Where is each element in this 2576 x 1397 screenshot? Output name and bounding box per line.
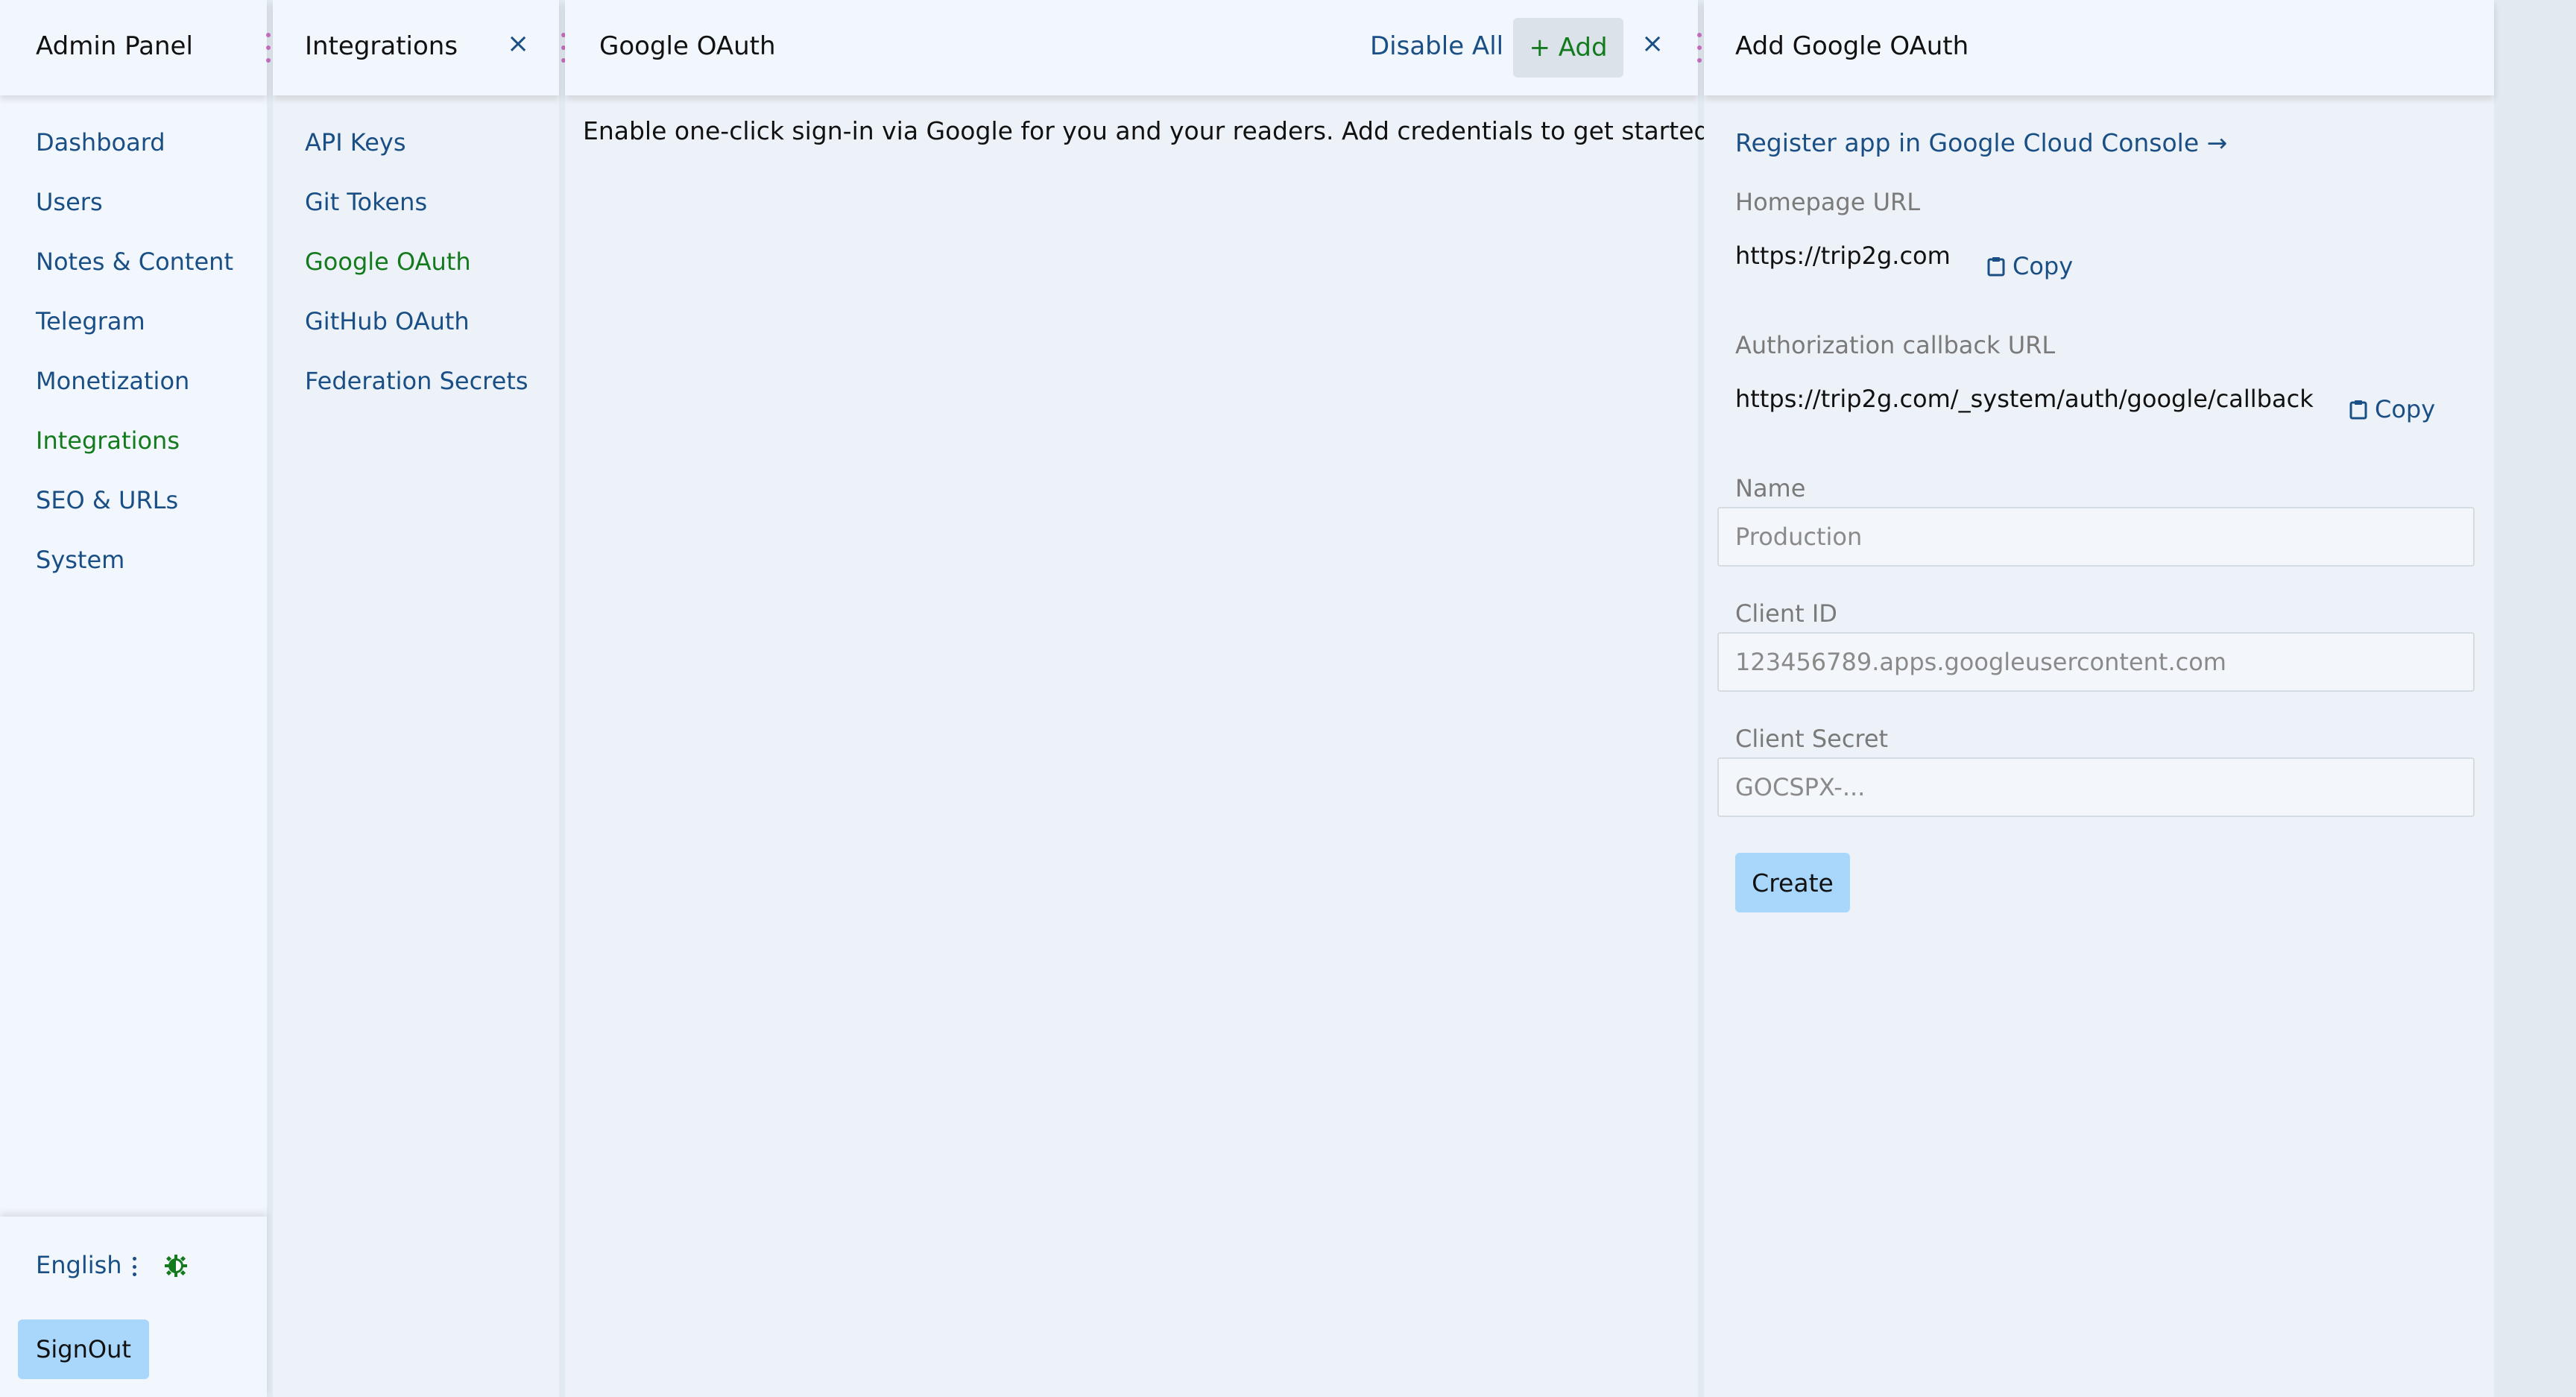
integration-item-federation-secrets[interactable]: Federation Secrets (305, 367, 528, 395)
signout-button[interactable]: SignOut (18, 1319, 149, 1379)
clipboard-icon (1987, 257, 2005, 277)
sidebar-item-integrations[interactable]: Integrations (36, 426, 180, 455)
app-root: Admin Panel Dashboard Users Notes & Cont… (0, 0, 2494, 1397)
resize-handle-3[interactable] (1696, 33, 1703, 63)
integrations-panel-title: Integrations (305, 31, 458, 61)
integration-item-google-oauth[interactable]: Google OAuth (305, 247, 471, 276)
name-label: Name (1735, 474, 1806, 502)
language-selector[interactable]: English (36, 1251, 122, 1279)
copy-homepage-button[interactable]: Copy (1987, 252, 2073, 280)
language-menu-icon[interactable] (131, 1257, 137, 1276)
google-oauth-panel-title: Google OAuth (599, 31, 776, 61)
admin-panel-header: Admin Panel (0, 0, 267, 95)
name-input[interactable] (1717, 507, 2475, 567)
callback-url-value: https://trip2g.com/_system/auth/google/c… (1735, 385, 2314, 413)
google-oauth-panel-header: Google OAuth Disable All + Add × (565, 0, 1698, 95)
add-panel-header: Add Google OAuth (1704, 0, 2494, 95)
sidebar-item-users[interactable]: Users (36, 188, 103, 216)
callback-url-label: Authorization callback URL (1735, 331, 2056, 359)
client-id-label: Client ID (1735, 599, 1837, 628)
admin-panel-title: Admin Panel (36, 31, 193, 61)
google-oauth-panel: Google OAuth Disable All + Add × Enable … (565, 0, 1717, 1397)
sidebar-item-system[interactable]: System (36, 546, 124, 574)
add-google-oauth-panel: Add Google OAuth Register app in Google … (1704, 0, 2494, 1397)
sidebar-item-notes-content[interactable]: Notes & Content (36, 247, 233, 276)
close-integrations-icon[interactable]: × (507, 28, 529, 59)
sidebar-item-dashboard[interactable]: Dashboard (36, 128, 165, 157)
clipboard-icon (2349, 400, 2367, 420)
integration-item-git-tokens[interactable]: Git Tokens (305, 188, 427, 216)
homepage-url-value: https://trip2g.com (1735, 242, 1951, 270)
intro-text: Enable one-click sign-in via Google for … (583, 116, 1717, 145)
close-google-oauth-icon[interactable]: × (1641, 28, 1664, 59)
sidebar-item-telegram[interactable]: Telegram (36, 307, 145, 335)
resize-handle-1[interactable] (265, 33, 272, 63)
client-id-input[interactable] (1717, 632, 2475, 692)
theme-toggle-icon[interactable] (164, 1254, 188, 1278)
admin-panel: Admin Panel Dashboard Users Notes & Cont… (0, 0, 267, 1397)
client-secret-input[interactable] (1717, 757, 2475, 817)
integration-item-api-keys[interactable]: API Keys (305, 128, 405, 157)
add-panel-title: Add Google OAuth (1735, 31, 1969, 61)
disable-all-button[interactable]: Disable All (1370, 31, 1503, 61)
integrations-panel: Integrations × API Keys Git Tokens Googl… (273, 0, 559, 1397)
homepage-url-label: Homepage URL (1735, 188, 1921, 216)
sidebar-item-monetization[interactable]: Monetization (36, 367, 189, 395)
sidebar-item-seo-urls[interactable]: SEO & URLs (36, 486, 178, 514)
copy-homepage-label: Copy (2012, 252, 2074, 280)
client-secret-label: Client Secret (1735, 725, 1889, 753)
add-button[interactable]: + Add (1513, 18, 1623, 78)
register-app-link[interactable]: Register app in Google Cloud Console → (1735, 128, 2227, 157)
copy-callback-button[interactable]: Copy (2349, 395, 2435, 423)
create-button[interactable]: Create (1735, 853, 1850, 912)
integration-item-github-oauth[interactable]: GitHub OAuth (305, 307, 470, 335)
integrations-panel-header: Integrations × (273, 0, 559, 95)
copy-callback-label: Copy (2375, 395, 2436, 423)
